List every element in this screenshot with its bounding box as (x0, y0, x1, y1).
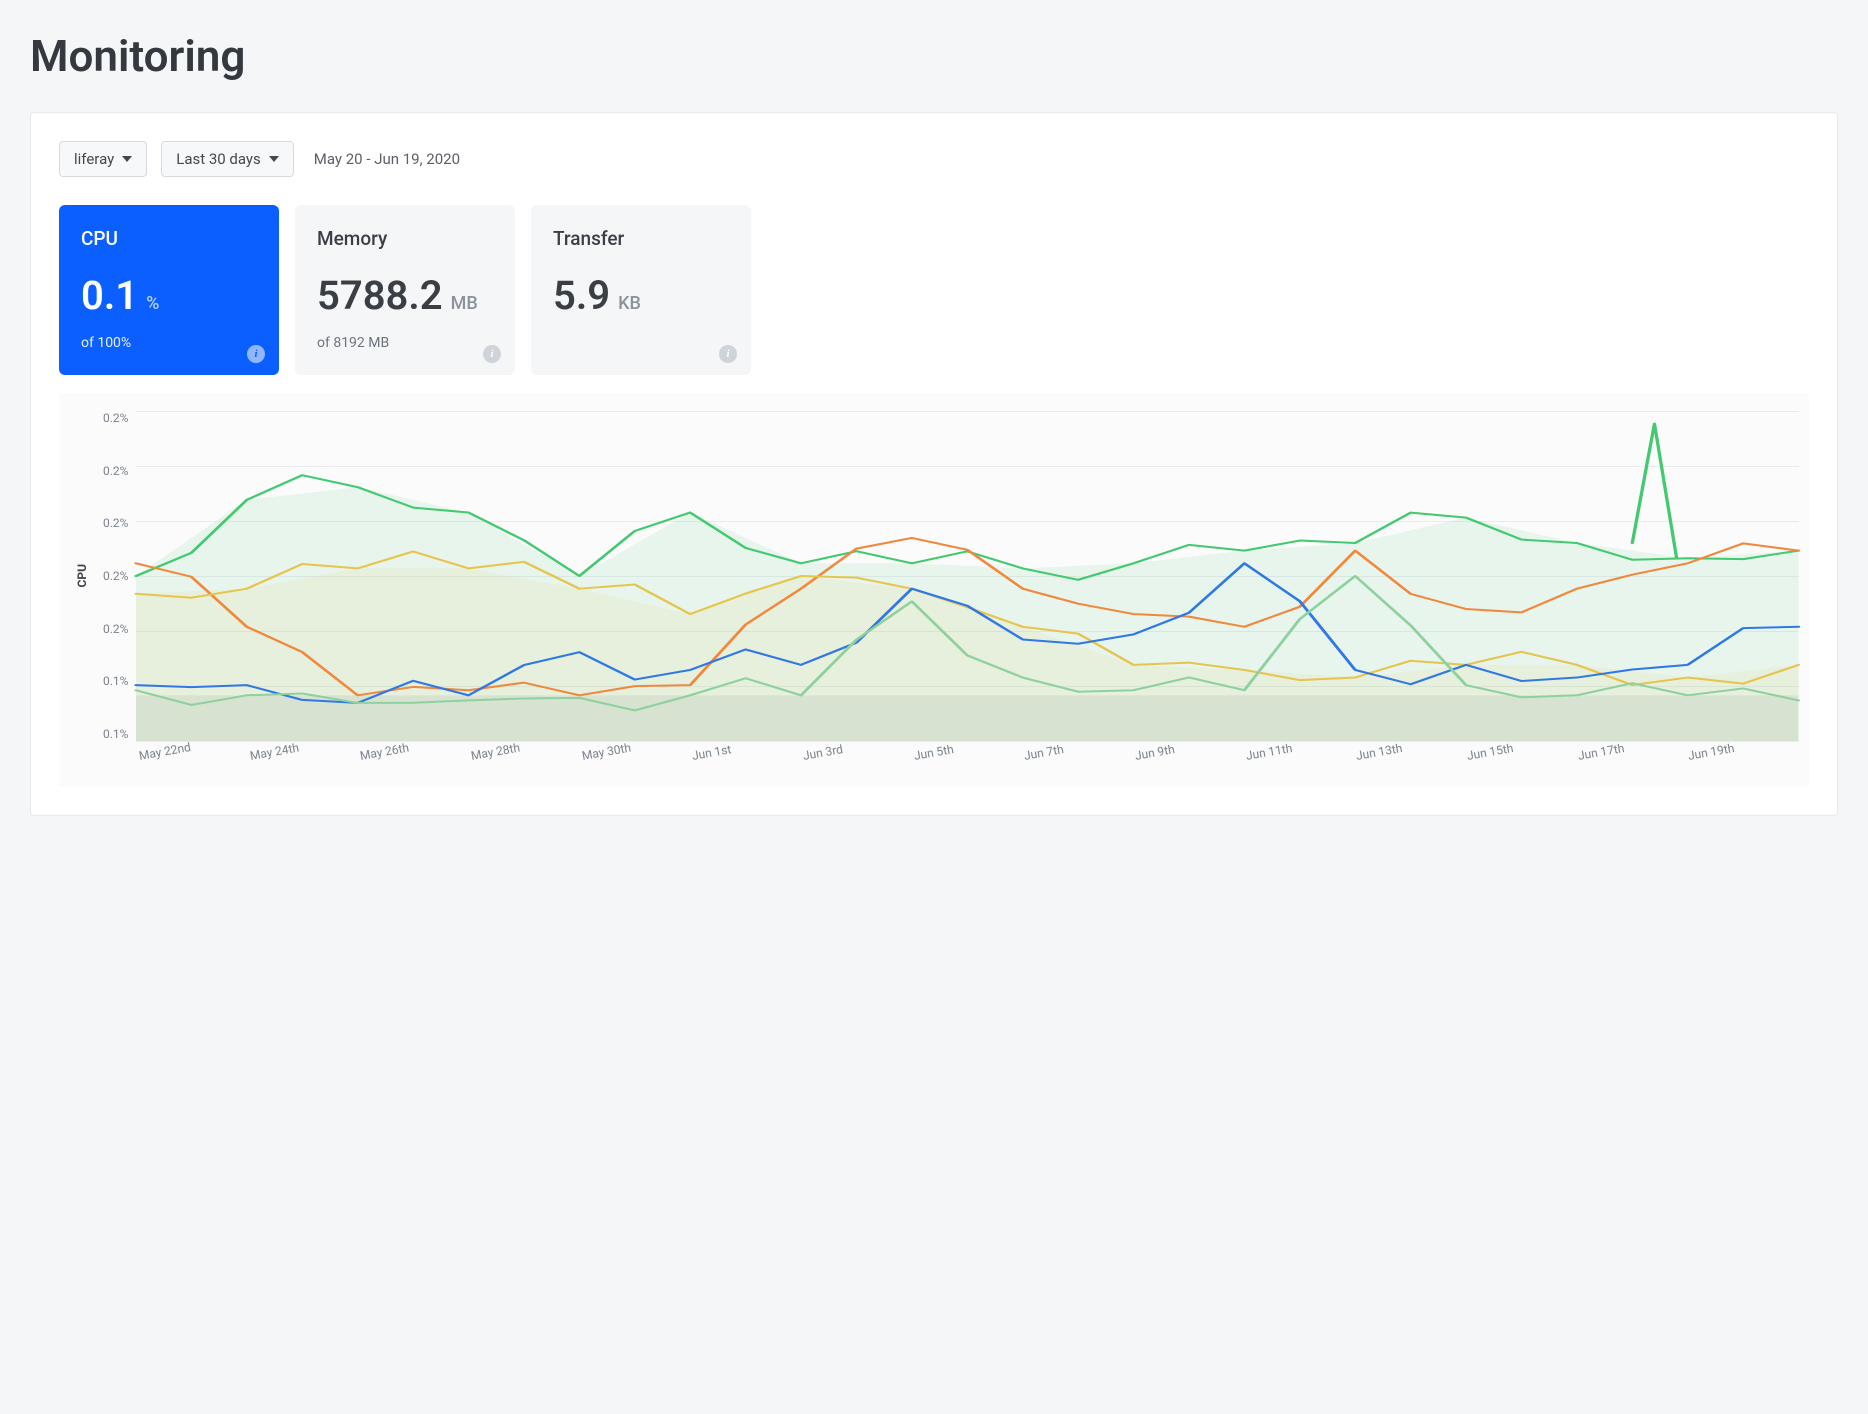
y-tick: 0.2% (103, 569, 128, 583)
period-dropdown[interactable]: Last 30 days (161, 141, 294, 177)
metric-title: CPU (81, 227, 257, 250)
y-tick: 0.2% (103, 411, 128, 425)
controls-row: liferay Last 30 days May 20 - Jun 19, 20… (59, 141, 1809, 177)
period-dropdown-label: Last 30 days (176, 150, 261, 168)
chart-plot-area (136, 411, 1799, 741)
chevron-down-icon (269, 156, 279, 162)
y-tick: 0.2% (103, 464, 128, 478)
monitoring-panel: liferay Last 30 days May 20 - Jun 19, 20… (30, 112, 1838, 816)
page-title: Monitoring (30, 30, 1838, 82)
y-tick: 0.1% (103, 727, 128, 741)
metric-unit: MB (451, 293, 478, 314)
metric-unit: KB (618, 293, 641, 314)
chart-x-ticks: May 22ndMay 24thMay 26thMay 28thMay 30th… (139, 749, 1799, 763)
y-tick: 0.2% (103, 622, 128, 636)
info-icon[interactable]: i (247, 345, 265, 363)
metric-title: Transfer (553, 227, 729, 250)
date-range-label: May 20 - Jun 19, 2020 (314, 150, 460, 168)
metric-subtext: of 8192 MB (317, 335, 493, 351)
metric-unit: % (146, 293, 159, 314)
y-tick: 0.1% (103, 674, 128, 688)
service-dropdown[interactable]: liferay (59, 141, 147, 177)
info-icon[interactable]: i (719, 345, 737, 363)
chevron-down-icon (122, 156, 132, 162)
chart-y-axis-label: CPU (69, 564, 95, 588)
metric-card-transfer[interactable]: Transfer 5.9 KB i (531, 205, 751, 375)
metric-card-cpu[interactable]: CPU 0.1% of 100%i (59, 205, 279, 375)
metric-title: Memory (317, 227, 493, 250)
metric-cards-row: CPU0.1%of 100%iMemory5788.2MBof 8192 MBi… (59, 205, 1809, 375)
metric-card-memory[interactable]: Memory 5788.2 MB of 8192 MBi (295, 205, 515, 375)
metric-value: 0.1 (81, 272, 138, 319)
info-icon[interactable]: i (483, 345, 501, 363)
metric-value: 5788.2 (317, 272, 443, 319)
metric-value: 5.9 (553, 272, 610, 319)
cpu-chart: CPU 0.2% 0.2% 0.2% 0.2% 0.2% 0.1% 0.1% May 22n… (59, 393, 1809, 787)
chart-y-ticks: 0.2% 0.2% 0.2% 0.2% 0.2% 0.1% 0.1% (95, 411, 136, 741)
service-dropdown-label: liferay (74, 150, 114, 168)
metric-subtext: of 100% (81, 335, 257, 351)
y-tick: 0.2% (103, 516, 128, 530)
